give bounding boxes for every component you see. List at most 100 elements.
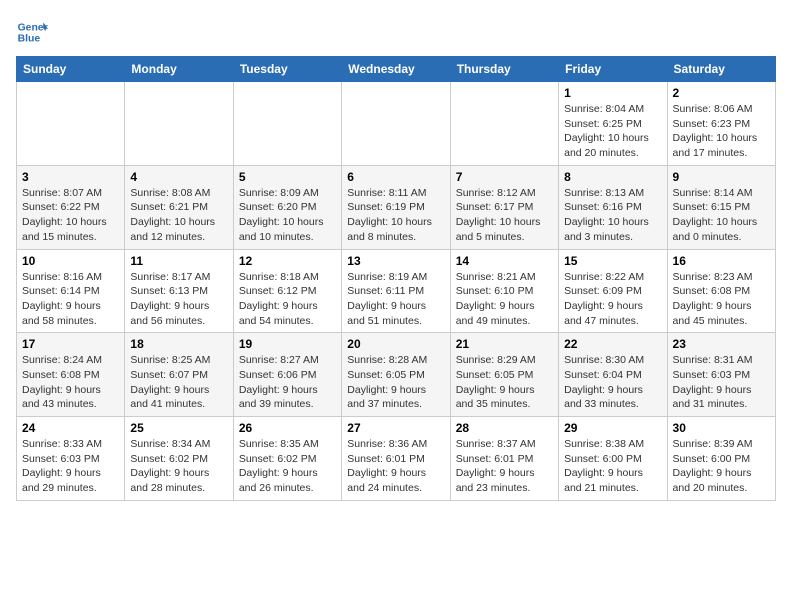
day-number: 18 xyxy=(130,337,227,351)
day-number: 5 xyxy=(239,170,336,184)
day-cell: 19 Sunrise: 8:27 AMSunset: 6:06 PMDayligh… xyxy=(233,333,341,417)
day-number: 14 xyxy=(456,254,553,268)
day-info: Sunrise: 8:36 AMSunset: 6:01 PMDaylight:… xyxy=(347,437,444,496)
day-info: Sunrise: 8:12 AMSunset: 6:17 PMDaylight:… xyxy=(456,186,553,245)
day-number: 11 xyxy=(130,254,227,268)
day-number: 22 xyxy=(564,337,661,351)
day-cell: 20 Sunrise: 8:28 AMSunset: 6:05 PMDayligh… xyxy=(342,333,450,417)
day-info: Sunrise: 8:17 AMSunset: 6:13 PMDaylight:… xyxy=(130,270,227,329)
day-info: Sunrise: 8:30 AMSunset: 6:04 PMDaylight:… xyxy=(564,353,661,412)
day-number: 17 xyxy=(22,337,119,351)
day-number: 27 xyxy=(347,421,444,435)
day-info: Sunrise: 8:38 AMSunset: 6:00 PMDaylight:… xyxy=(564,437,661,496)
day-cell: 5 Sunrise: 8:09 AMSunset: 6:20 PMDaylight… xyxy=(233,165,341,249)
day-number: 16 xyxy=(673,254,770,268)
day-info: Sunrise: 8:27 AMSunset: 6:06 PMDaylight:… xyxy=(239,353,336,412)
weekday-header-thursday: Thursday xyxy=(450,57,558,82)
day-info: Sunrise: 8:31 AMSunset: 6:03 PMDaylight:… xyxy=(673,353,770,412)
day-number: 28 xyxy=(456,421,553,435)
day-cell xyxy=(233,82,341,166)
day-info: Sunrise: 8:19 AMSunset: 6:11 PMDaylight:… xyxy=(347,270,444,329)
weekday-header-row: SundayMondayTuesdayWednesdayThursdayFrid… xyxy=(17,57,776,82)
day-cell: 22 Sunrise: 8:30 AMSunset: 6:04 PMDayligh… xyxy=(559,333,667,417)
day-cell: 25 Sunrise: 8:34 AMSunset: 6:02 PMDayligh… xyxy=(125,417,233,501)
day-cell: 11 Sunrise: 8:17 AMSunset: 6:13 PMDayligh… xyxy=(125,249,233,333)
day-cell: 29 Sunrise: 8:38 AMSunset: 6:00 PMDayligh… xyxy=(559,417,667,501)
day-number: 25 xyxy=(130,421,227,435)
day-number: 1 xyxy=(564,86,661,100)
day-info: Sunrise: 8:06 AMSunset: 6:23 PMDaylight:… xyxy=(673,102,770,161)
day-number: 30 xyxy=(673,421,770,435)
day-info: Sunrise: 8:34 AMSunset: 6:02 PMDaylight:… xyxy=(130,437,227,496)
day-number: 21 xyxy=(456,337,553,351)
day-cell: 4 Sunrise: 8:08 AMSunset: 6:21 PMDaylight… xyxy=(125,165,233,249)
day-info: Sunrise: 8:04 AMSunset: 6:25 PMDaylight:… xyxy=(564,102,661,161)
day-info: Sunrise: 8:28 AMSunset: 6:05 PMDaylight:… xyxy=(347,353,444,412)
day-cell: 1 Sunrise: 8:04 AMSunset: 6:25 PMDaylight… xyxy=(559,82,667,166)
weekday-header-sunday: Sunday xyxy=(17,57,125,82)
day-cell: 27 Sunrise: 8:36 AMSunset: 6:01 PMDayligh… xyxy=(342,417,450,501)
day-cell: 24 Sunrise: 8:33 AMSunset: 6:03 PMDayligh… xyxy=(17,417,125,501)
day-number: 12 xyxy=(239,254,336,268)
day-cell: 30 Sunrise: 8:39 AMSunset: 6:00 PMDayligh… xyxy=(667,417,775,501)
weekday-header-friday: Friday xyxy=(559,57,667,82)
day-cell: 16 Sunrise: 8:23 AMSunset: 6:08 PMDayligh… xyxy=(667,249,775,333)
weekday-header-saturday: Saturday xyxy=(667,57,775,82)
day-info: Sunrise: 8:39 AMSunset: 6:00 PMDaylight:… xyxy=(673,437,770,496)
day-info: Sunrise: 8:11 AMSunset: 6:19 PMDaylight:… xyxy=(347,186,444,245)
day-number: 24 xyxy=(22,421,119,435)
day-cell: 26Sunrise: 8:35 AMSunset: 6:02 PMDayligh… xyxy=(233,417,341,501)
day-info: Sunrise: 8:33 AMSunset: 6:03 PMDaylight:… xyxy=(22,437,119,496)
day-info: Sunrise: 8:07 AMSunset: 6:22 PMDaylight:… xyxy=(22,186,119,245)
day-cell: 8Sunrise: 8:13 AMSunset: 6:16 PMDaylight… xyxy=(559,165,667,249)
day-info: Sunrise: 8:14 AMSunset: 6:15 PMDaylight:… xyxy=(673,186,770,245)
day-number: 8 xyxy=(564,170,661,184)
day-number: 4 xyxy=(130,170,227,184)
week-row-3: 17 Sunrise: 8:24 AMSunset: 6:08 PMDayligh… xyxy=(17,333,776,417)
day-cell: 9 Sunrise: 8:14 AMSunset: 6:15 PMDaylight… xyxy=(667,165,775,249)
day-cell: 7 Sunrise: 8:12 AMSunset: 6:17 PMDaylight… xyxy=(450,165,558,249)
day-cell: 28 Sunrise: 8:37 AMSunset: 6:01 PMDayligh… xyxy=(450,417,558,501)
day-number: 29 xyxy=(564,421,661,435)
svg-text:Blue: Blue xyxy=(18,34,41,45)
day-number: 3 xyxy=(22,170,119,184)
day-cell xyxy=(450,82,558,166)
day-info: Sunrise: 8:37 AMSunset: 6:01 PMDaylight:… xyxy=(456,437,553,496)
day-number: 7 xyxy=(456,170,553,184)
logo-icon: General Blue xyxy=(16,16,48,48)
day-cell: 15Sunrise: 8:22 AMSunset: 6:09 PMDayligh… xyxy=(559,249,667,333)
day-info: Sunrise: 8:29 AMSunset: 6:05 PMDaylight:… xyxy=(456,353,553,412)
day-number: 26 xyxy=(239,421,336,435)
day-cell xyxy=(17,82,125,166)
day-cell: 10 Sunrise: 8:16 AMSunset: 6:14 PMDayligh… xyxy=(17,249,125,333)
day-cell: 21 Sunrise: 8:29 AMSunset: 6:05 PMDayligh… xyxy=(450,333,558,417)
day-cell: 23 Sunrise: 8:31 AMSunset: 6:03 PMDayligh… xyxy=(667,333,775,417)
day-info: Sunrise: 8:16 AMSunset: 6:14 PMDaylight:… xyxy=(22,270,119,329)
day-cell: 17 Sunrise: 8:24 AMSunset: 6:08 PMDayligh… xyxy=(17,333,125,417)
day-cell xyxy=(125,82,233,166)
day-cell: 18 Sunrise: 8:25 AMSunset: 6:07 PMDayligh… xyxy=(125,333,233,417)
day-info: Sunrise: 8:23 AMSunset: 6:08 PMDaylight:… xyxy=(673,270,770,329)
day-cell: 13 Sunrise: 8:19 AMSunset: 6:11 PMDayligh… xyxy=(342,249,450,333)
day-info: Sunrise: 8:24 AMSunset: 6:08 PMDaylight:… xyxy=(22,353,119,412)
day-number: 23 xyxy=(673,337,770,351)
day-number: 19 xyxy=(239,337,336,351)
weekday-header-tuesday: Tuesday xyxy=(233,57,341,82)
week-row-4: 24 Sunrise: 8:33 AMSunset: 6:03 PMDayligh… xyxy=(17,417,776,501)
day-number: 13 xyxy=(347,254,444,268)
day-info: Sunrise: 8:21 AMSunset: 6:10 PMDaylight:… xyxy=(456,270,553,329)
week-row-2: 10 Sunrise: 8:16 AMSunset: 6:14 PMDayligh… xyxy=(17,249,776,333)
day-cell: 14 Sunrise: 8:21 AMSunset: 6:10 PMDayligh… xyxy=(450,249,558,333)
day-number: 10 xyxy=(22,254,119,268)
day-number: 20 xyxy=(347,337,444,351)
day-info: Sunrise: 8:08 AMSunset: 6:21 PMDaylight:… xyxy=(130,186,227,245)
day-info: Sunrise: 8:09 AMSunset: 6:20 PMDaylight:… xyxy=(239,186,336,245)
day-number: 9 xyxy=(673,170,770,184)
day-cell: 6Sunrise: 8:11 AMSunset: 6:19 PMDaylight… xyxy=(342,165,450,249)
calendar-table: SundayMondayTuesdayWednesdayThursdayFrid… xyxy=(16,56,776,501)
week-row-1: 3 Sunrise: 8:07 AMSunset: 6:22 PMDaylight… xyxy=(17,165,776,249)
day-info: Sunrise: 8:25 AMSunset: 6:07 PMDaylight:… xyxy=(130,353,227,412)
page-header: General Blue xyxy=(16,16,776,48)
day-info: Sunrise: 8:22 AMSunset: 6:09 PMDaylight:… xyxy=(564,270,661,329)
day-info: Sunrise: 8:18 AMSunset: 6:12 PMDaylight:… xyxy=(239,270,336,329)
